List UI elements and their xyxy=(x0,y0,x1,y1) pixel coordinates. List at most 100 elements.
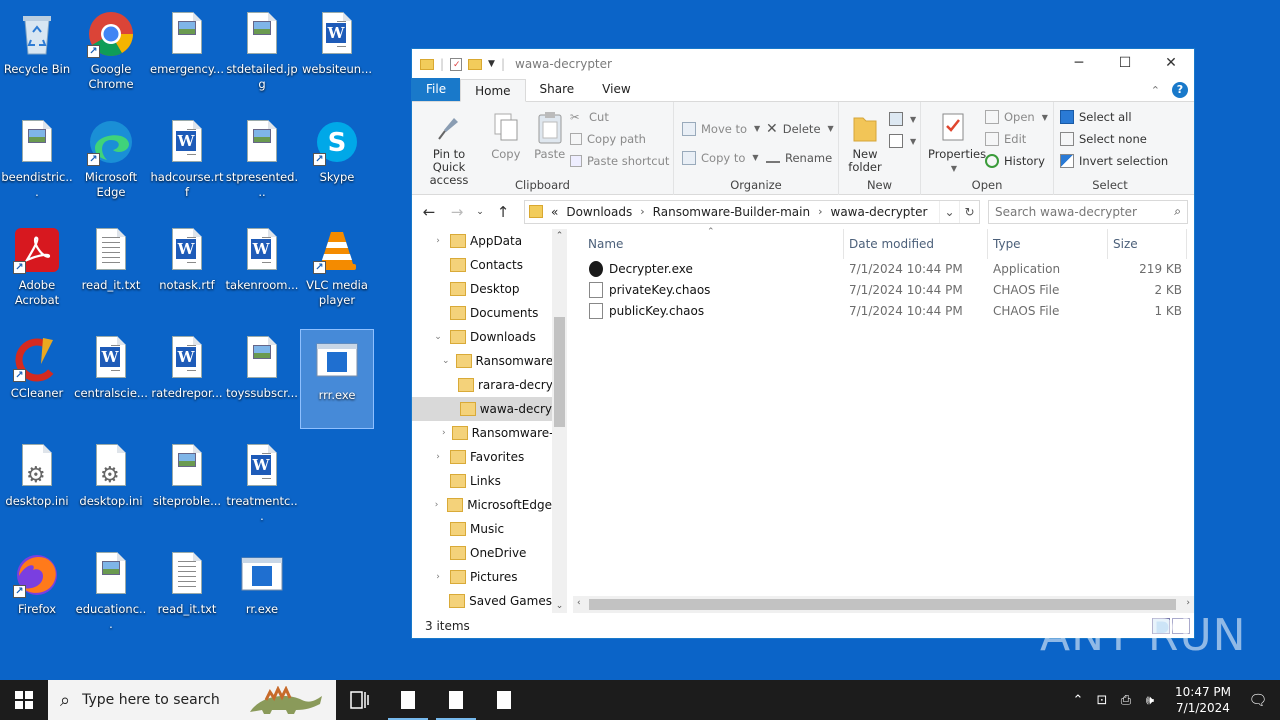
file-row[interactable]: privateKey.chaos 7/1/2024 10:44 PM CHAOS F… xyxy=(567,280,1194,301)
nav-item[interactable]: Desktop xyxy=(412,277,552,301)
copy-path-button[interactable]: Copy path xyxy=(570,128,669,150)
desktop-icon-ccleaner[interactable]: ↗ CCleaner xyxy=(0,328,74,428)
taskbar-app-1[interactable] xyxy=(384,680,432,720)
forward-arrow-icon[interactable]: → xyxy=(446,203,468,221)
expand-chevron-icon[interactable]: ⌄ xyxy=(432,332,444,342)
search-box[interactable]: Search wawa-decrypter ⌕ xyxy=(988,199,1188,224)
breadcrumb-wawa-decrypter[interactable]: wawa-decrypter xyxy=(831,205,928,219)
expand-chevron-icon[interactable]: › xyxy=(432,236,444,246)
tab-home[interactable]: Home xyxy=(460,79,526,102)
desktop-icon-notask[interactable]: W notask.rtf xyxy=(150,220,224,320)
column-name[interactable]: Name xyxy=(588,237,623,251)
collapse-ribbon-icon[interactable]: ⌃ xyxy=(1151,84,1160,97)
navigation-scrollbar[interactable]: ⌃ ⌄ xyxy=(552,229,567,613)
desktop-icon-adobe-acrobat[interactable]: ↗ Adobe Acrobat xyxy=(0,220,74,320)
paste-shortcut-button[interactable]: Paste shortcut xyxy=(570,150,669,172)
taskbar-app-3[interactable] xyxy=(480,680,528,720)
invert-selection-button[interactable]: Invert selection xyxy=(1060,150,1168,172)
nav-item[interactable]: › Favorites xyxy=(412,445,552,469)
close-icon[interactable]: ✕ xyxy=(1148,49,1194,77)
new-item-button[interactable]: ▼ xyxy=(889,108,916,130)
minimize-icon[interactable]: ─ xyxy=(1056,49,1102,77)
maximize-icon[interactable]: ☐ xyxy=(1102,49,1148,77)
select-none-button[interactable]: Select none xyxy=(1060,128,1168,150)
scroll-left-icon[interactable]: ‹ xyxy=(577,598,581,608)
network-icon[interactable]: ⊡ xyxy=(1090,693,1114,708)
task-view-button[interactable] xyxy=(336,680,384,720)
desktop-icon-beendistric[interactable]: beendistric... xyxy=(0,112,74,212)
customize-toolbar-icon[interactable]: ▼ xyxy=(488,59,495,69)
desktop-icon-vlc[interactable]: ↗ VLC media player xyxy=(300,220,374,320)
copy-button[interactable]: Copy xyxy=(486,106,526,163)
breadcrumb-separator-icon[interactable]: › xyxy=(640,205,644,218)
desktop-icon-desktop-ini-2[interactable]: ⚙ desktop.ini xyxy=(74,436,148,536)
scrollbar-thumb[interactable] xyxy=(589,599,1176,610)
nav-item[interactable]: › MicrosoftEdge xyxy=(412,493,552,517)
desktop-icon-hadcourse[interactable]: W hadcourse.rtf xyxy=(150,112,224,212)
desktop-icon-stpresented[interactable]: stpresented... xyxy=(225,112,299,212)
desktop-icon-toyssubscr[interactable]: toyssubscr... xyxy=(225,328,299,428)
taskbar-app-2[interactable] xyxy=(432,680,480,720)
desktop-icon-microsoft-edge[interactable]: ↗ Microsoft Edge xyxy=(74,112,148,212)
scroll-up-icon[interactable]: ⌃ xyxy=(552,231,567,241)
nav-item[interactable]: Music xyxy=(412,517,552,541)
expand-chevron-icon[interactable]: › xyxy=(442,428,446,438)
nav-item[interactable]: OneDrive xyxy=(412,541,552,565)
new-folder-button[interactable]: New folder xyxy=(843,106,887,176)
desktop-icon-siteproble[interactable]: siteproble... xyxy=(150,436,224,536)
desktop-icon-firefox[interactable]: ↗ Firefox xyxy=(0,544,74,644)
nav-item[interactable]: ⌄ Ransomware- xyxy=(412,349,557,373)
desktop-icon-treatmentc[interactable]: W treatmentc... xyxy=(225,436,299,536)
breadcrumb-downloads[interactable]: Downloads xyxy=(566,205,632,219)
nav-item[interactable]: Saved Games xyxy=(412,589,552,613)
nav-item[interactable]: ⌄ Downloads xyxy=(412,325,552,349)
history-button[interactable]: History xyxy=(985,150,1048,172)
rename-button[interactable]: Rename xyxy=(766,143,834,172)
address-bar[interactable]: « Downloads › Ransomware-Builder-main › … xyxy=(524,199,980,224)
open-button[interactable]: Open ▼ xyxy=(985,106,1048,128)
refresh-icon[interactable]: ↻ xyxy=(959,200,979,223)
help-icon[interactable]: ? xyxy=(1172,82,1188,98)
desktop-icon-rr-exe[interactable]: rr.exe xyxy=(225,544,299,644)
start-button[interactable] xyxy=(0,680,48,720)
expand-chevron-icon[interactable]: › xyxy=(432,572,444,582)
scrollbar-thumb[interactable] xyxy=(554,317,565,427)
properties-icon[interactable]: ✓ xyxy=(450,57,463,71)
desktop-icon-websiteun[interactable]: W websiteun... xyxy=(300,4,374,104)
nav-item[interactable]: Contacts xyxy=(412,253,552,277)
ethernet-icon[interactable]: ⎙ xyxy=(1114,693,1138,708)
desktop-icon-desktop-ini-1[interactable]: ⚙ desktop.ini xyxy=(0,436,74,536)
back-arrow-icon[interactable]: ← xyxy=(418,203,440,221)
taskbar-search-input[interactable]: Type here to search xyxy=(82,692,220,708)
desktop-icon-read-it-txt-1[interactable]: read_it.txt xyxy=(74,220,148,320)
desktop-icon-read-it-txt-2[interactable]: read_it.txt xyxy=(150,544,224,644)
column-type[interactable]: Type xyxy=(993,237,1021,251)
up-arrow-icon[interactable]: ↑ xyxy=(492,203,514,221)
taskbar-search-box[interactable]: ⌕ Type here to search xyxy=(48,680,336,720)
nav-item[interactable]: › AppData xyxy=(412,229,552,253)
desktop-icon-takenroom[interactable]: W takenroom... xyxy=(225,220,299,320)
delete-button[interactable]: ✕ Delete ▼ xyxy=(766,114,834,143)
column-size[interactable]: Size xyxy=(1113,237,1138,251)
nav-item[interactable]: › Ransomware- xyxy=(412,421,553,445)
tab-file[interactable]: File xyxy=(412,78,461,101)
desktop-icon-centralscie[interactable]: W centralscie... xyxy=(74,328,148,428)
expand-chevron-icon[interactable]: › xyxy=(432,500,441,510)
notifications-icon[interactable]: 🗨 xyxy=(1236,691,1280,709)
new-folder-icon[interactable] xyxy=(468,58,483,70)
nav-item[interactable]: Documents xyxy=(412,301,552,325)
desktop-icon-skype[interactable]: S ↗ Skype xyxy=(300,112,374,212)
title-bar[interactable]: | ✓ ▼ | wawa-decrypter ─ ☐ ✕ xyxy=(412,49,1194,79)
nav-item[interactable]: rarara-decry xyxy=(412,373,553,397)
desktop-icon-emergency[interactable]: emergency... xyxy=(150,4,224,104)
paste-button[interactable]: Paste xyxy=(530,106,570,163)
copy-to-button[interactable]: Copy to ▼ xyxy=(682,143,760,172)
recent-locations-icon[interactable]: ⌄ xyxy=(474,207,486,217)
nav-item[interactable]: Links xyxy=(412,469,552,493)
show-hidden-icons-icon[interactable]: ⌃ xyxy=(1066,693,1090,708)
nav-item[interactable]: wawa-decry xyxy=(412,397,552,421)
breadcrumb-ransomware-builder-main[interactable]: Ransomware-Builder-main xyxy=(653,205,810,219)
breadcrumb-overflow[interactable]: « xyxy=(551,205,558,219)
expand-chevron-icon[interactable]: › xyxy=(432,452,444,462)
desktop-icon-educationc[interactable]: educationc... xyxy=(74,544,148,644)
